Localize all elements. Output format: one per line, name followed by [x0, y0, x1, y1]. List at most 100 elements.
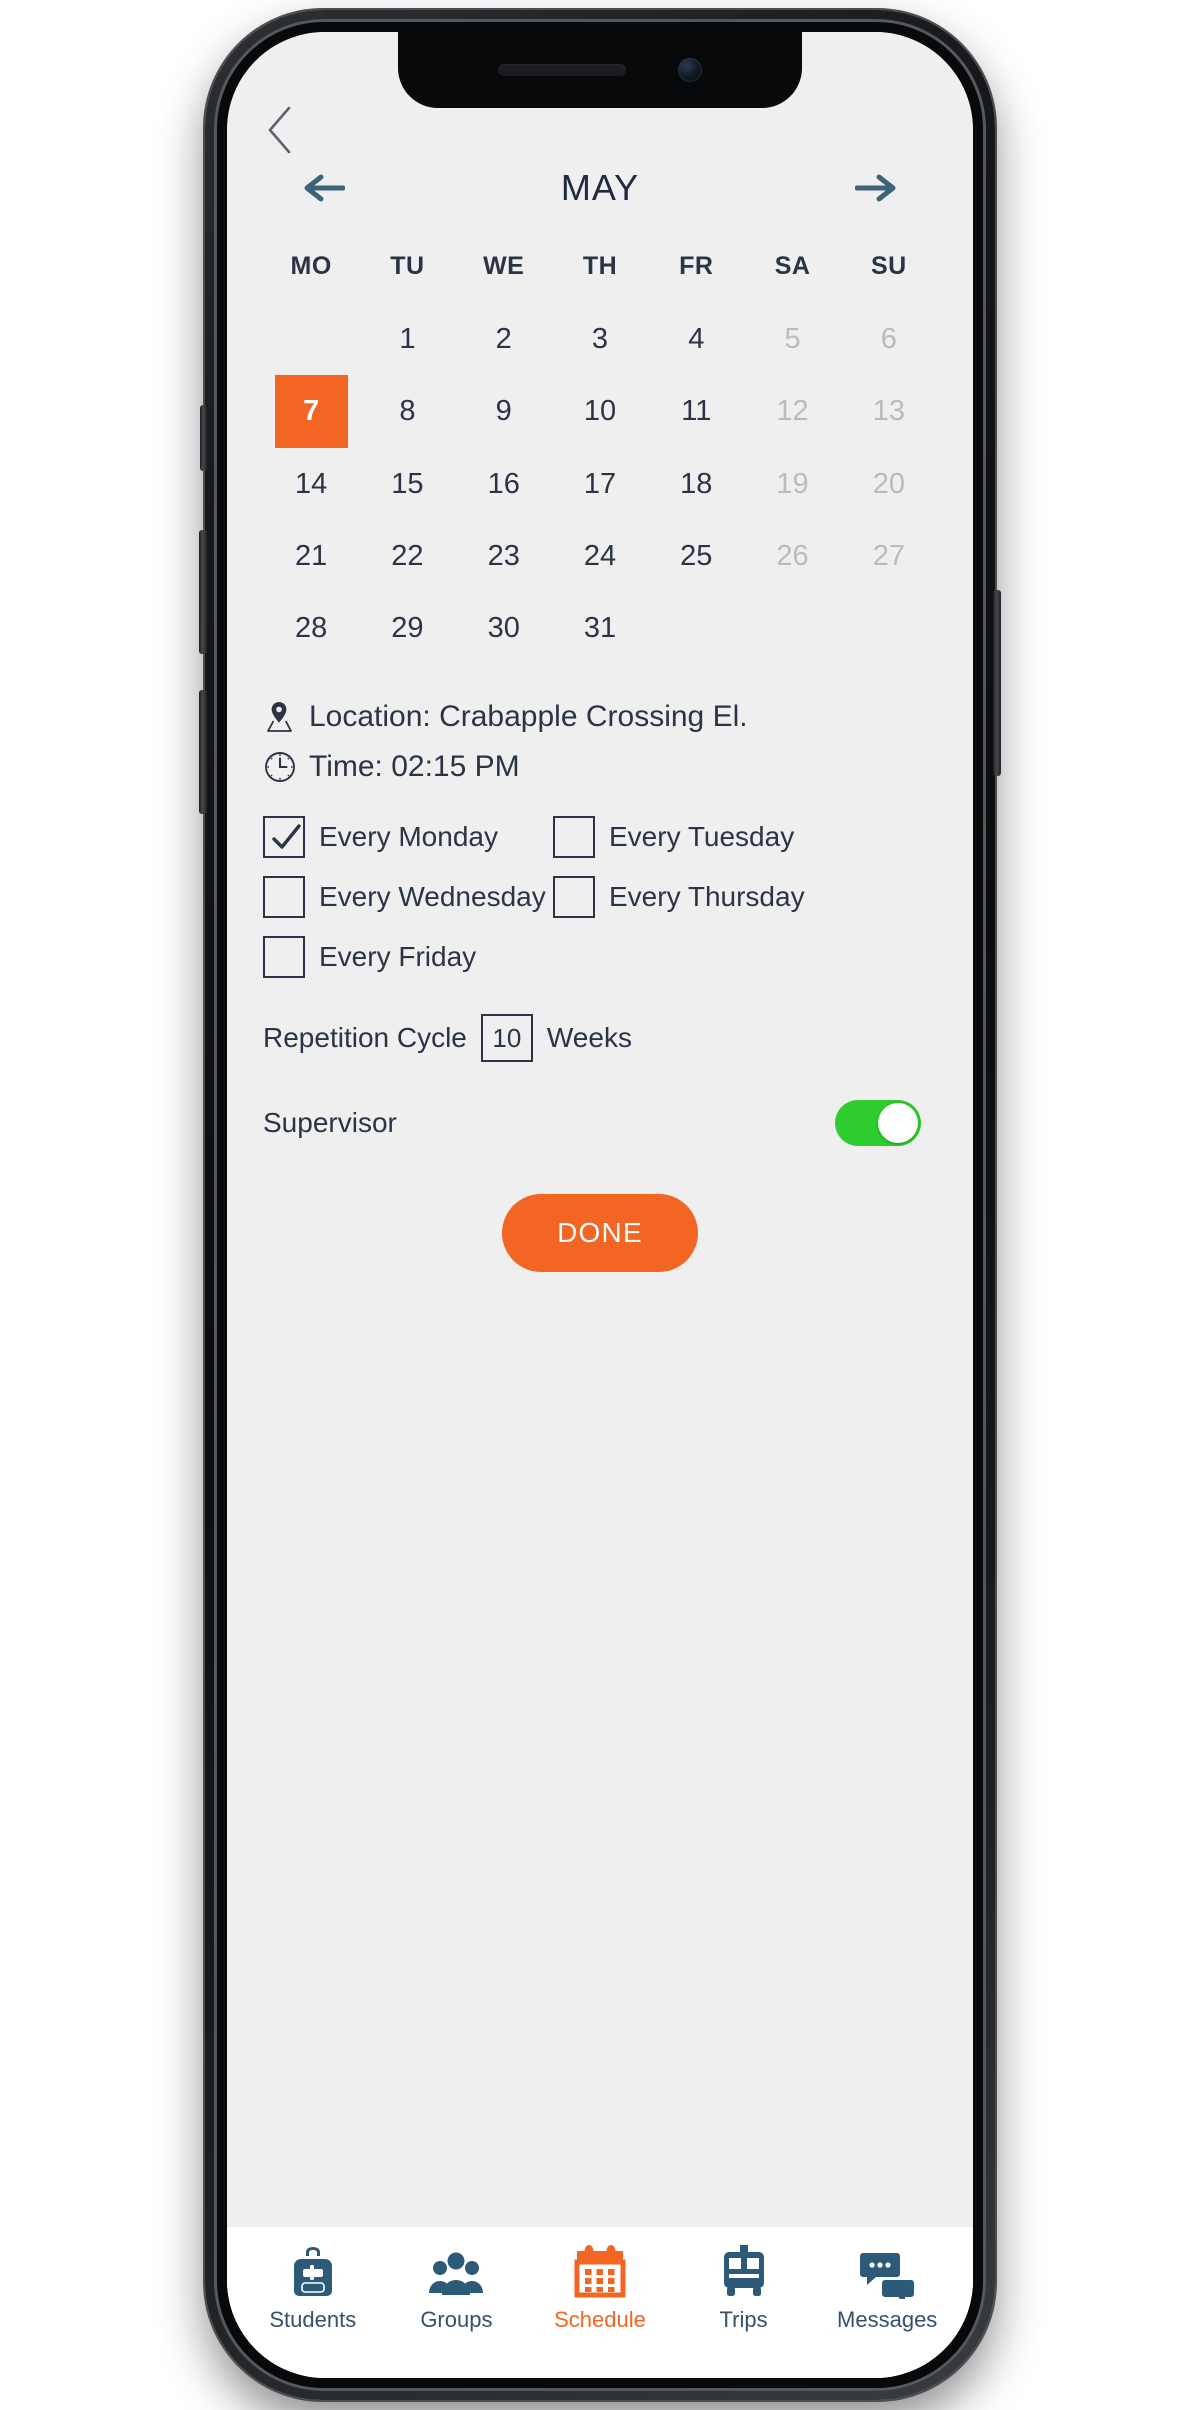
- checkbox-label: Every Monday: [319, 821, 498, 852]
- calendar-day-cell[interactable]: 10: [552, 375, 648, 447]
- tab-students[interactable]: Students: [249, 2245, 377, 2333]
- repetition-weeks-input[interactable]: 10: [480, 1014, 533, 1062]
- checkbox-box[interactable]: [263, 936, 305, 978]
- map-pin-icon: [267, 702, 292, 732]
- calendar-icon: [574, 2245, 626, 2299]
- calendar-week-row: 21 22 23 24 25 26 27: [263, 520, 937, 592]
- clock-icon: [265, 752, 295, 782]
- calendar-day-cell[interactable]: 12: [744, 375, 840, 447]
- calendar-day-cell[interactable]: 14: [263, 448, 359, 520]
- checkbox-box[interactable]: [553, 876, 595, 918]
- page-title: MAY: [560, 167, 640, 208]
- calendar-icon: [574, 2245, 626, 2298]
- back-button[interactable]: [263, 104, 297, 156]
- backpack-icon: [293, 2247, 332, 2296]
- checkbox-every-thursday[interactable]: Every Thursday: [553, 876, 943, 918]
- calendar-day-cell[interactable]: 30: [456, 592, 552, 664]
- app-root: MAY MO TU WE TH FR SA SU 1 2 3 4 5 6 7 8 9 10 11 12 13 14 15…: [227, 32, 973, 2378]
- calendar-day-cell[interactable]: 29: [359, 592, 455, 664]
- tab-label: Schedule: [554, 2307, 646, 2332]
- primary-action-area: DONE: [257, 1194, 943, 1272]
- calendar-grid: MO TU WE TH FR SA SU 1 2 3 4 5 6 7 8 9 10 11 12 13 14 15 16 17…: [257, 244, 943, 664]
- volume-down-button[interactable]: [199, 690, 207, 814]
- calendar-day-cell[interactable]: 8: [359, 375, 455, 447]
- calendar-day-cell[interactable]: 9: [456, 375, 552, 447]
- tab-schedule[interactable]: Schedule: [536, 2245, 664, 2333]
- volume-up-button[interactable]: [199, 530, 207, 654]
- calendar-day-cell[interactable]: 15: [359, 448, 455, 520]
- next-month-button[interactable]: [853, 168, 901, 208]
- tab-trips[interactable]: Trips: [680, 2245, 808, 2333]
- calendar-day-cell[interactable]: 4: [648, 303, 744, 375]
- supervisor-toggle[interactable]: [835, 1100, 921, 1146]
- calendar-day-cell[interactable]: 23: [456, 520, 552, 592]
- tab-label: Groups: [420, 2307, 493, 2332]
- arrow-right-icon: [855, 174, 896, 202]
- phone-mockup: MAY MO TU WE TH FR SA SU 1 2 3 4 5 6 7 8 9 10 11 12 13 14 15…: [0, 0, 1200, 2410]
- calendar-weekday-header: MO TU WE TH FR SA SU: [263, 244, 937, 303]
- calendar-day-cell[interactable]: 18: [648, 448, 744, 520]
- earpiece-speaker: [498, 64, 626, 76]
- calendar-day-cell[interactable]: 28: [263, 592, 359, 664]
- toggle-knob: [878, 1103, 918, 1143]
- checkbox-every-wednesday[interactable]: Every Wednesday: [263, 876, 553, 918]
- device-notch: [398, 32, 802, 108]
- calendar-day-cell[interactable]: 3: [552, 303, 648, 375]
- calendar-week-row: 28 29 30 31: [263, 592, 937, 664]
- calendar-day-cell[interactable]: 13: [841, 375, 937, 447]
- checkbox-label: Every Tuesday: [609, 821, 795, 852]
- checkbox-box[interactable]: [263, 876, 305, 918]
- calendar-day-cell[interactable]: 11: [648, 375, 744, 447]
- calendar-day-cell[interactable]: 1: [359, 303, 455, 375]
- prev-month-button[interactable]: [299, 168, 347, 208]
- checkbox-label: Every Thursday: [609, 881, 805, 912]
- repetition-unit: Weeks: [546, 1022, 632, 1053]
- calendar-day-cell[interactable]: 20: [841, 448, 937, 520]
- checkbox-every-monday[interactable]: Every Monday: [263, 816, 553, 858]
- checkbox-every-tuesday[interactable]: Every Tuesday: [553, 816, 943, 858]
- calendar-week-row: 14 15 16 17 18 19 20: [263, 448, 937, 520]
- location-row: Location: Crabapple Crossing El.: [263, 692, 943, 742]
- event-details: Location: Crabapple Crossing El. Time: 0…: [257, 692, 943, 792]
- calendar-day-cell[interactable]: 25: [648, 520, 744, 592]
- people-group-icon: [427, 2245, 485, 2299]
- calendar-day-cell[interactable]: 17: [552, 448, 648, 520]
- calendar-day-cell[interactable]: 7: [274, 375, 348, 448]
- chat-bubbles-icon: [859, 2245, 915, 2299]
- silent-switch[interactable]: [200, 405, 207, 471]
- tab-messages[interactable]: Messages: [823, 2245, 951, 2333]
- bottom-navigation: Students Groups Schedule Trips Messages: [227, 2226, 973, 2378]
- bus-icon: [723, 2245, 764, 2296]
- calendar-day-cell[interactable]: 5: [744, 303, 840, 375]
- recurrence-options: Every Monday Every Tuesday Every Wednesday…: [257, 816, 943, 978]
- checkbox-box[interactable]: [263, 816, 305, 858]
- calendar-day-cell[interactable]: 27: [841, 520, 937, 592]
- weekday-header-fr: FR: [679, 252, 714, 280]
- calendar-day-cell[interactable]: 2: [456, 303, 552, 375]
- power-button[interactable]: [993, 590, 1001, 776]
- weekday-header-su: SU: [870, 252, 907, 280]
- calendar-day-cell[interactable]: 19: [744, 448, 840, 520]
- calendar-day-cell[interactable]: 31: [552, 592, 648, 664]
- screen-content: MAY MO TU WE TH FR SA SU 1 2 3 4 5 6 7 8 9 10 11 12 13 14 15…: [227, 32, 973, 2226]
- supervisor-label: Supervisor: [263, 1107, 397, 1138]
- calendar-day-cell[interactable]: 21: [263, 520, 359, 592]
- checkbox-box[interactable]: [553, 816, 595, 858]
- tab-label: Students: [269, 2307, 357, 2332]
- weekday-header-th: TH: [582, 252, 618, 280]
- calendar-day-cell[interactable]: 22: [359, 520, 455, 592]
- calendar-week-row: 123456: [263, 303, 937, 375]
- calendar-weeks: 1 2 3 4 5 6 7 8 9 10 11 12 13 14 15 16 17 18 19 20 21 22 23 24 2…: [263, 303, 937, 664]
- calendar-day-cell[interactable]: 26: [744, 520, 840, 592]
- calendar-day-cell[interactable]: 16: [456, 448, 552, 520]
- checkbox-every-friday[interactable]: Every Friday: [263, 936, 553, 978]
- weekday-header-we: WE: [483, 252, 525, 280]
- front-camera: [678, 58, 702, 82]
- location-text: Location: Crabapple Crossing El.: [309, 700, 748, 733]
- calendar-day-cell[interactable]: 6: [841, 303, 937, 375]
- weekday-header-sa: SA: [774, 252, 811, 280]
- calendar-day-cell[interactable]: 24: [552, 520, 648, 592]
- tab-groups[interactable]: Groups: [392, 2245, 520, 2333]
- calendar-day-empty: [648, 592, 744, 664]
- done-button[interactable]: DONE: [502, 1194, 698, 1272]
